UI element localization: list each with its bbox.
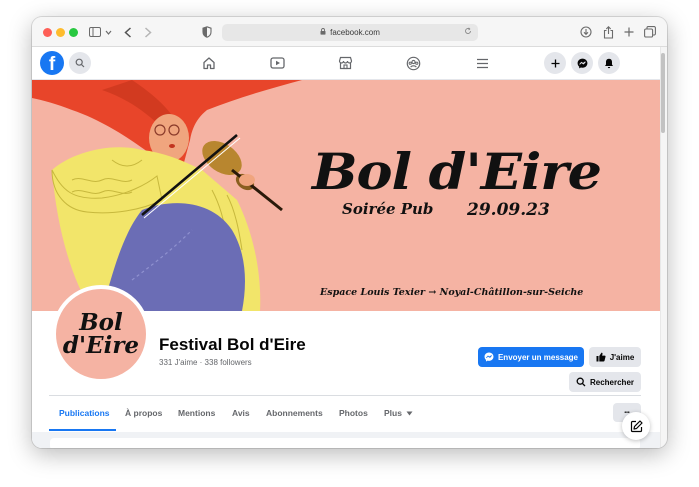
menu-icon[interactable]: [473, 55, 491, 71]
zoom-window-button[interactable]: [69, 28, 78, 37]
cover-venue: Espace Louis Texier → Noyal-Châtillon-su…: [320, 287, 584, 298]
forward-icon[interactable]: [142, 23, 154, 41]
create-button[interactable]: [544, 52, 566, 74]
facebook-logo-icon[interactable]: f: [40, 51, 64, 75]
shield-icon[interactable]: [200, 23, 214, 41]
send-message-label: Envoyer un message: [497, 352, 579, 362]
profile-avatar[interactable]: Bol d'Eire: [52, 285, 150, 383]
cover-title: Bol d'Eire: [312, 142, 602, 201]
new-message-button[interactable]: [622, 412, 650, 440]
marketplace-icon[interactable]: [336, 55, 354, 71]
facebook-nav-bar: f: [32, 47, 660, 80]
page-stats[interactable]: 331 J'aime · 338 followers: [159, 358, 252, 367]
messenger-button[interactable]: [571, 52, 593, 74]
notifications-button[interactable]: [598, 52, 620, 74]
page-scrollbar-thumb[interactable]: [661, 53, 665, 133]
like-page-button[interactable]: J'aime: [589, 347, 641, 367]
plus-icon: [551, 59, 559, 67]
search-button[interactable]: [69, 52, 91, 74]
tab-mentions[interactable]: Mentions: [178, 396, 215, 430]
cover-photo[interactable]: Bol d'Eire Soirée Pub 29.09.23 Espace Lo…: [32, 80, 660, 311]
active-tab-indicator: [49, 429, 116, 431]
reload-icon[interactable]: [464, 27, 472, 37]
send-message-button[interactable]: Envoyer un message: [478, 347, 584, 367]
search-icon: [576, 377, 586, 387]
cover-subtitle: Soirée Pub: [342, 200, 434, 218]
address-bar[interactable]: facebook.com: [222, 24, 478, 41]
avatar-text-line2: d'Eire: [62, 332, 140, 359]
thumbs-up-icon: [596, 352, 606, 362]
violinist-illustration: [32, 80, 302, 311]
browser-window: facebook.com f Bol d'Eire Soirée Pub 29.…: [32, 17, 667, 448]
tab-about[interactable]: À propos: [125, 396, 162, 430]
lock-icon: [320, 28, 326, 37]
like-label: J'aime: [609, 352, 635, 362]
share-icon[interactable]: [601, 23, 615, 41]
cover-date: 29.09.23: [467, 200, 550, 220]
search-icon: [75, 58, 85, 68]
messenger-icon: [484, 352, 494, 362]
compose-icon: [630, 419, 643, 432]
tab-subscriptions[interactable]: Abonnements: [266, 396, 323, 430]
page-title: Festival Bol d'Eire: [159, 335, 306, 354]
new-tab-icon[interactable]: [622, 23, 636, 41]
downloads-icon[interactable]: [579, 23, 593, 41]
home-icon[interactable]: [200, 55, 218, 71]
tab-publications[interactable]: Publications: [59, 396, 110, 430]
close-window-button[interactable]: [43, 28, 52, 37]
tab-reviews[interactable]: Avis: [232, 396, 250, 430]
caret-down-icon: [406, 411, 413, 415]
search-page-button[interactable]: Rechercher: [569, 372, 641, 392]
feed-card: [50, 438, 640, 448]
watch-video-icon[interactable]: [268, 55, 286, 71]
sidebar-toggle-icon[interactable]: [88, 23, 102, 41]
search-label: Rechercher: [589, 377, 635, 387]
tab-overview-icon[interactable]: [643, 23, 657, 41]
chevron-down-icon[interactable]: [104, 23, 112, 41]
back-icon[interactable]: [122, 23, 134, 41]
groups-icon[interactable]: [404, 55, 422, 71]
bell-icon: [605, 58, 613, 68]
url-text: facebook.com: [330, 28, 380, 37]
page-content: Bol d'Eire Soirée Pub 29.09.23 Espace Lo…: [32, 80, 660, 448]
tab-more[interactable]: Plus: [384, 396, 413, 430]
browser-toolbar: facebook.com: [32, 17, 667, 47]
tab-photos[interactable]: Photos: [339, 396, 368, 430]
avatar-text-line1: Bol: [79, 309, 123, 336]
messenger-icon: [577, 58, 587, 68]
minimize-window-button[interactable]: [56, 28, 65, 37]
